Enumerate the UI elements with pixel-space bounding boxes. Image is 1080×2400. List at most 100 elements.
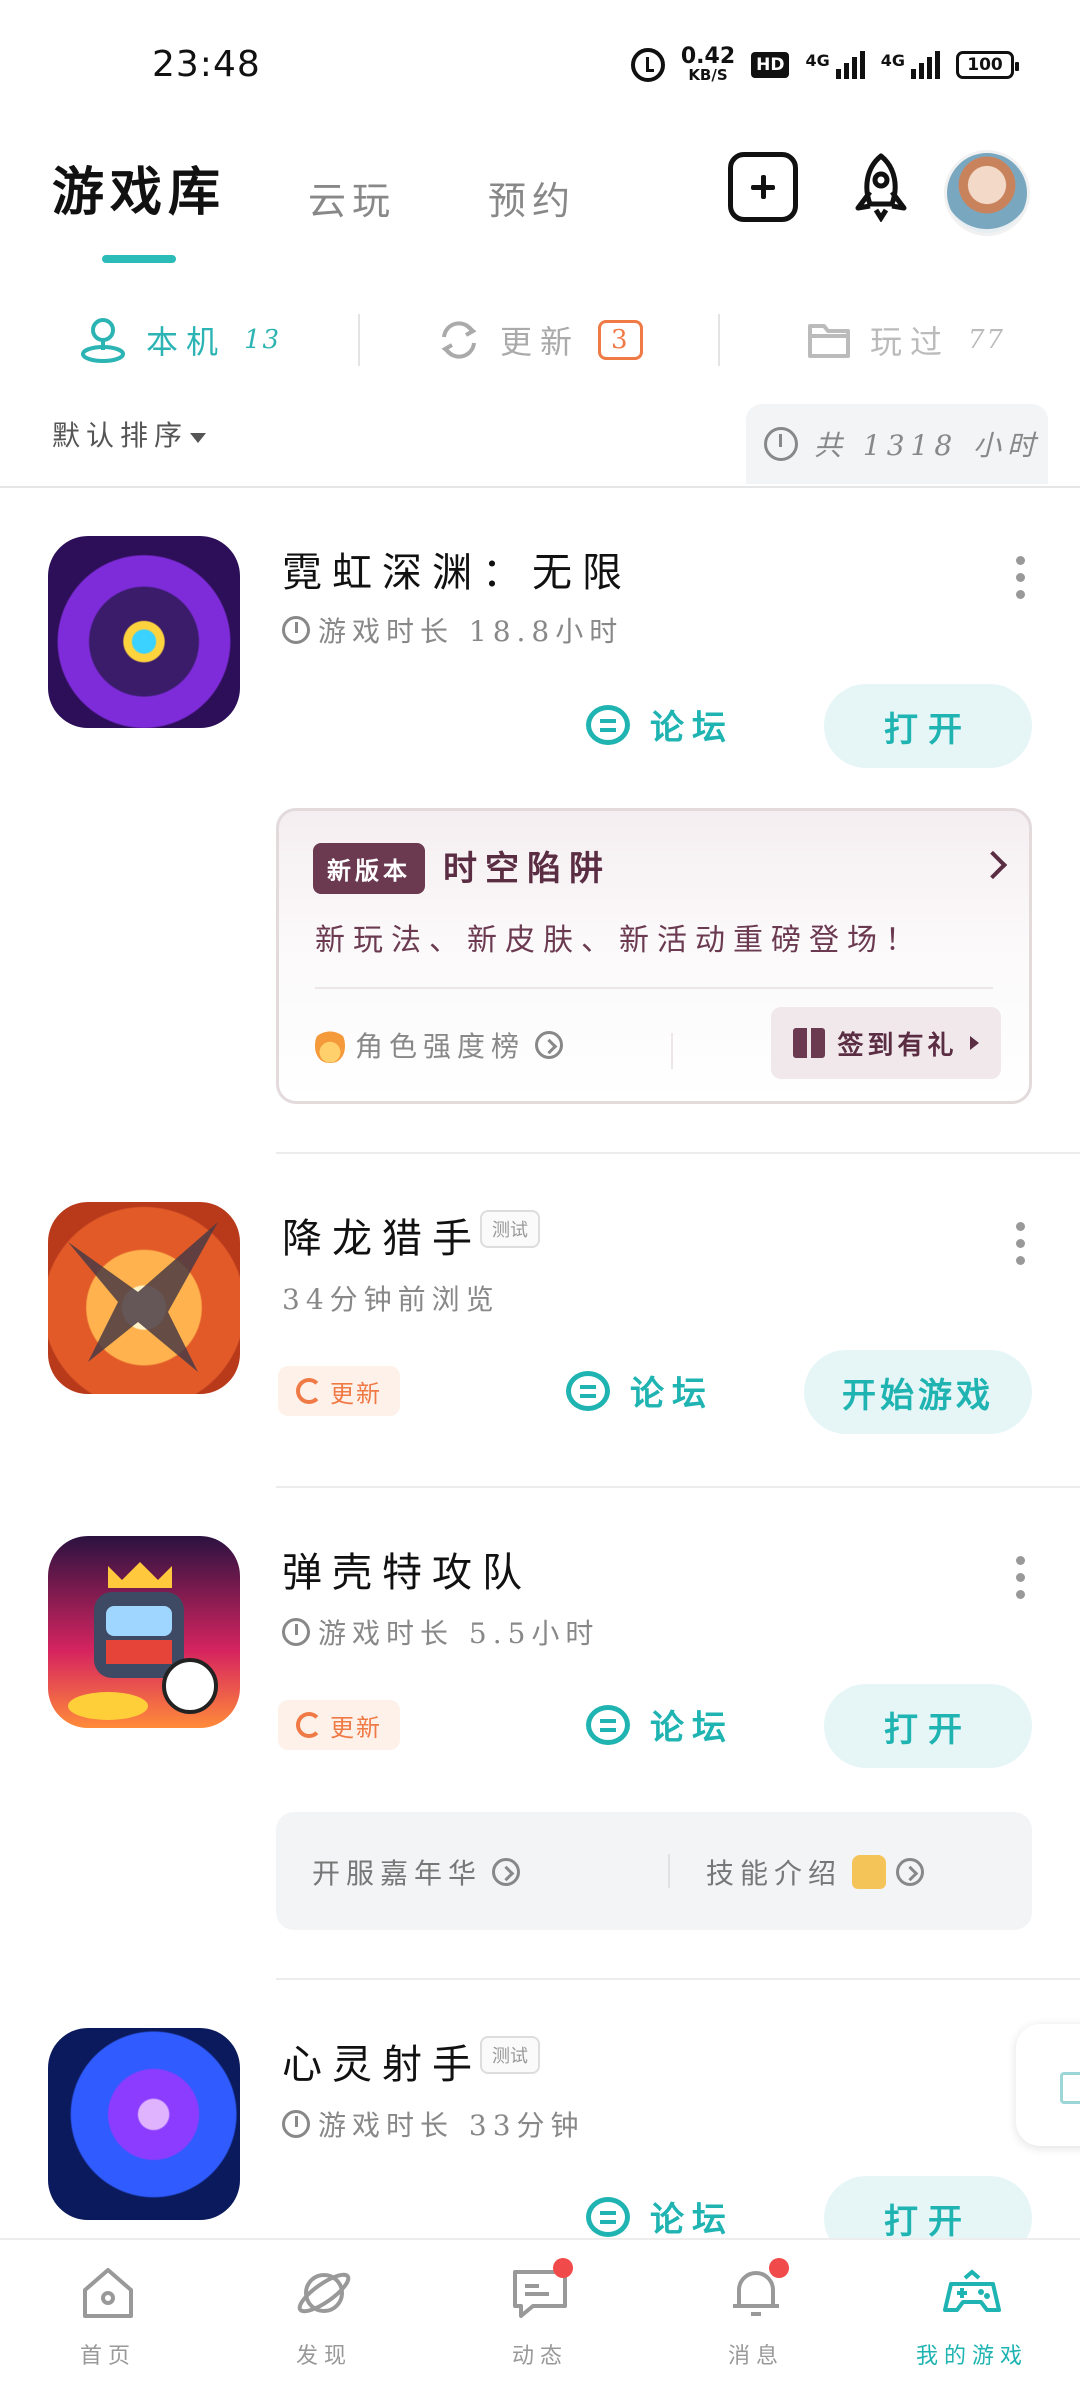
bottom-nav: 首页 发现 动态 消息 我的游戏 [0, 2238, 1080, 2400]
server-carnival-link[interactable]: 开服嘉年华 [312, 1852, 521, 1892]
test-tag: 测试 [480, 2036, 540, 2074]
nav-feed[interactable]: 动态 [460, 2258, 620, 2370]
checkin-gift-button[interactable]: 签到有礼 [771, 1007, 1001, 1079]
forum-button[interactable]: 论坛 [586, 2192, 734, 2241]
planet-icon [297, 2272, 351, 2314]
divider [668, 1854, 670, 1888]
signal-icon: 4G [805, 50, 865, 79]
home-icon [83, 2268, 133, 2318]
forum-button[interactable]: 论坛 [586, 700, 734, 749]
divider [276, 1486, 1080, 1488]
clock-icon [282, 1618, 310, 1646]
circle-arrow-icon [896, 1858, 925, 1886]
game-playtime: 游戏时长 18.8小时 [282, 610, 623, 650]
more-options-icon[interactable] [1014, 1222, 1026, 1265]
promo-description: 新玩法、新皮肤、新活动重磅登场！ [315, 923, 923, 958]
arrow-right-icon [969, 1036, 979, 1050]
test-tag: 测试 [480, 1210, 540, 1248]
game-icon-survivor[interactable] [48, 1536, 240, 1728]
divider [671, 1033, 673, 1069]
chat-icon [586, 1704, 630, 1745]
status-icons: 0.42 KB/S HD 4G 4G 100 [630, 44, 1019, 84]
new-version-badge: 新版本 [313, 843, 425, 894]
promo-title: 时空陷阱 [443, 849, 611, 889]
floating-assistant-tab[interactable] [1016, 2024, 1080, 2146]
game-icon-dragon-hunter[interactable] [48, 1202, 240, 1394]
tab-reservation[interactable]: 预约 [488, 170, 576, 225]
open-button[interactable]: 打开 [824, 684, 1032, 768]
divider [0, 486, 1080, 488]
game-icon-neon-abyss[interactable] [48, 536, 240, 728]
tab-game-library[interactable]: 游戏库 [52, 150, 226, 225]
game-title[interactable]: 弹壳特攻队 [282, 1540, 532, 1598]
divider [718, 314, 720, 366]
promo-card[interactable]: 新版本 时空陷阱 新玩法、新皮肤、新活动重磅登场！ 角色强度榜 签到有礼 [276, 808, 1032, 1104]
battery-icon: 100 [956, 50, 1019, 79]
total-playtime: 共 1318 小时 [746, 404, 1048, 484]
last-browsed: 34分钟前浏览 [282, 1283, 500, 1316]
game-playtime: 游戏时长 33分钟 [282, 2104, 585, 2144]
sort-dropdown[interactable]: 默认排序 [52, 414, 207, 454]
tab-indicator [102, 255, 176, 263]
chevron-right-icon[interactable] [978, 850, 1008, 880]
caret-down-icon [190, 432, 207, 443]
status-time: 23:48 [152, 44, 261, 85]
chat-icon [586, 704, 630, 745]
net-speed: 0.42 KB/S [680, 44, 736, 84]
forum-button[interactable]: 论坛 [586, 1700, 734, 1749]
clock-icon [764, 427, 798, 461]
hd-voice-icon: HD [751, 51, 790, 78]
filter-played[interactable]: 玩过 77 [806, 310, 1005, 370]
game-title[interactable]: 霓虹深渊：无限 [282, 540, 632, 598]
filter-local[interactable]: 本机 13 [78, 310, 281, 370]
nav-my-games[interactable]: 我的游戏 [892, 2262, 1052, 2370]
open-button[interactable]: 打开 [824, 1684, 1032, 1768]
start-game-button[interactable]: 开始游戏 [804, 1350, 1032, 1434]
divider [358, 314, 360, 366]
divider [276, 1152, 1080, 1154]
notification-dot [553, 2258, 573, 2278]
game-playtime: 游戏时长 5.5小时 [282, 1612, 599, 1652]
game-title[interactable]: 心灵射手 [282, 2032, 482, 2090]
clock-icon [282, 2110, 310, 2138]
fire-icon [315, 1027, 345, 1063]
nav-home[interactable]: 首页 [28, 2262, 188, 2370]
character-ranking-link[interactable]: 角色强度榜 [315, 1025, 564, 1065]
refresh-icon [296, 1378, 322, 1404]
thumbs-up-icon [852, 1855, 887, 1889]
notification-dot [769, 2258, 789, 2278]
game-links-box: 开服嘉年华 技能介绍 [276, 1812, 1032, 1930]
more-options-icon[interactable] [1014, 1556, 1026, 1599]
divider [315, 987, 993, 989]
divider [276, 1978, 1080, 1980]
filter-update[interactable]: 更新 3 [436, 310, 643, 370]
alarm-icon [630, 47, 665, 82]
signal-icon: 4G [881, 50, 940, 79]
rocket-icon[interactable] [846, 152, 916, 223]
refresh-icon [296, 1712, 322, 1738]
add-game-button[interactable] [728, 152, 798, 222]
gift-icon [793, 1028, 826, 1058]
update-count-badge: 3 [598, 320, 643, 360]
chat-icon [586, 2196, 630, 2237]
tab-cloud-play[interactable]: 云玩 [308, 170, 396, 225]
nav-messages[interactable]: 消息 [676, 2258, 836, 2370]
avatar[interactable] [944, 150, 1030, 236]
gamepad-icon [943, 2269, 1001, 2312]
clock-icon [282, 616, 310, 644]
more-options-icon[interactable] [1014, 556, 1026, 599]
circle-arrow-icon [492, 1858, 521, 1886]
circle-arrow-icon [535, 1031, 564, 1059]
skill-intro-link[interactable]: 技能介绍 [706, 1852, 925, 1892]
chat-icon [566, 1370, 610, 1411]
game-title[interactable]: 降龙猎手 [282, 1206, 482, 1264]
nav-discover[interactable]: 发现 [244, 2262, 404, 2370]
folder-icon [808, 324, 850, 358]
refresh-icon [441, 321, 477, 359]
update-badge[interactable]: 更新 [278, 1366, 400, 1416]
forum-button[interactable]: 论坛 [566, 1366, 714, 1415]
location-person-icon [81, 318, 125, 363]
status-bar: 23:48 0.42 KB/S HD 4G 4G 100 [0, 0, 1080, 120]
game-icon-mind-shooter[interactable] [48, 2028, 240, 2220]
update-badge[interactable]: 更新 [278, 1700, 400, 1750]
